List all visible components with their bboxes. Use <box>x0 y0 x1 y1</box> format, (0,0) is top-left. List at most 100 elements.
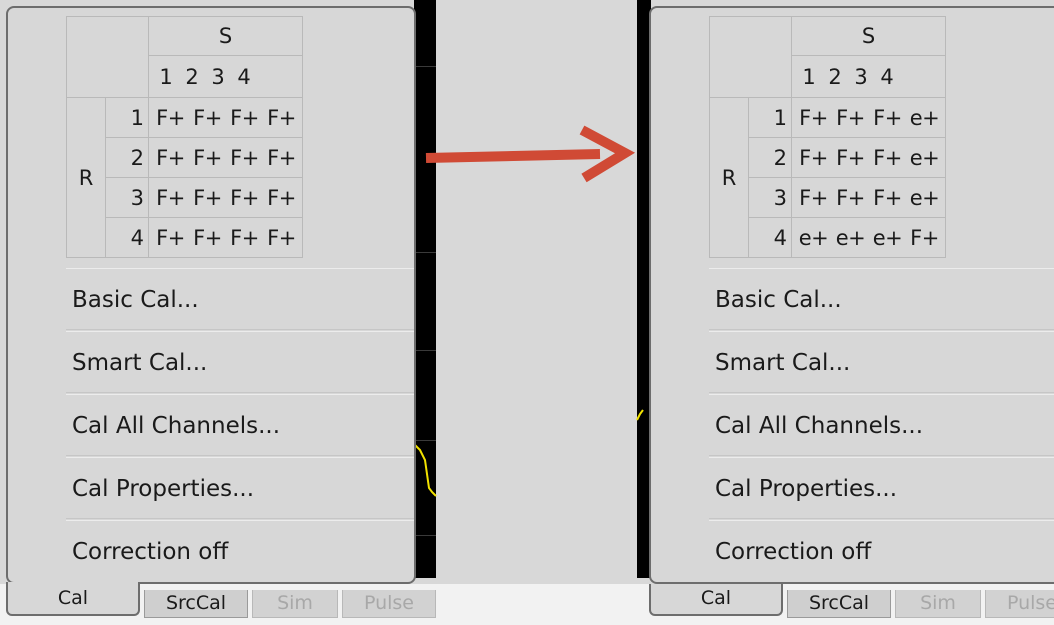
divider <box>709 518 1054 519</box>
cal-cell: F+ <box>156 145 185 170</box>
cal-cell: F+ <box>873 145 902 170</box>
tab-bar-before: Cal SrcCal Sim Pulse <box>6 582 436 620</box>
cal-cell: F+ <box>193 145 222 170</box>
divider <box>66 392 414 393</box>
row-number: 4 <box>748 217 792 258</box>
cal-cell: F+ <box>799 105 828 130</box>
divider <box>66 455 414 456</box>
tab-label: Cal <box>57 587 89 609</box>
cal-cell: F+ <box>910 225 939 250</box>
cal-cell: F+ <box>230 185 259 210</box>
tab-label: Cal <box>700 587 732 609</box>
col-number: 1 <box>802 64 816 89</box>
cal-menu-after: S 1234 R 1 F+ F+ F+ e+ 2 F+ F+ F+ e+ 3 F+ F+ F+ e… <box>649 6 1054 584</box>
row-number: 1 <box>748 97 792 138</box>
matrix-row: F+ F+ F+ e+ <box>791 177 946 218</box>
cal-cell: F+ <box>156 185 185 210</box>
cal-cell: F+ <box>799 185 828 210</box>
tab-label: SrcCal <box>165 592 227 614</box>
row-number: 4 <box>105 217 149 258</box>
tab-sim[interactable]: Sim <box>252 590 338 618</box>
cal-cell: F+ <box>799 145 828 170</box>
col-number: 3 <box>854 64 868 89</box>
matrix-col-numbers: 1234 <box>791 55 946 98</box>
tab-cal[interactable]: Cal <box>649 584 783 616</box>
basic-cal-menu-item[interactable]: Basic Cal... <box>66 268 414 330</box>
smart-cal-menu-item[interactable]: Smart Cal... <box>66 331 414 393</box>
cal-menu-before: S 1234 R 1 F+ F+ F+ F+ 2 F+ F+ F+ F+ 3 F+ F+ F+ F… <box>6 6 416 584</box>
cal-cell: F+ <box>193 185 222 210</box>
tab-cal[interactable]: Cal <box>6 582 140 616</box>
cal-cell: F+ <box>836 185 865 210</box>
correction-off-menu-item[interactable]: Correction off <box>66 520 414 582</box>
matrix-row: F+ F+ F+ e+ <box>791 97 946 138</box>
menu-item-label: Smart Cal... <box>72 350 208 376</box>
cal-cell: F+ <box>156 225 185 250</box>
cal-cell: e+ <box>909 105 940 130</box>
matrix-corner <box>66 16 149 98</box>
smart-cal-menu-item[interactable]: Smart Cal... <box>709 331 1054 393</box>
cal-cell: F+ <box>267 185 296 210</box>
tab-pulse[interactable]: Pulse <box>985 590 1054 618</box>
menu-item-label: Basic Cal... <box>72 287 199 313</box>
tab-label: Sim <box>920 592 956 614</box>
tab-pulse[interactable]: Pulse <box>342 590 436 618</box>
trace-line <box>413 443 437 497</box>
tab-label: Pulse <box>363 592 415 614</box>
grid-line <box>414 350 436 351</box>
cal-all-channels-menu-item[interactable]: Cal All Channels... <box>66 394 414 456</box>
menu-item-label: Smart Cal... <box>715 350 851 376</box>
divider <box>66 518 414 519</box>
tab-srccal[interactable]: SrcCal <box>787 590 891 618</box>
row-number: 3 <box>105 177 149 218</box>
menu-item-label: Correction off <box>715 539 872 565</box>
cal-cell: F+ <box>230 145 259 170</box>
correction-off-menu-item[interactable]: Correction off <box>709 520 1054 582</box>
menu-item-label: Cal Properties... <box>72 476 255 502</box>
col-number: 2 <box>828 64 842 89</box>
cal-properties-menu-item[interactable]: Cal Properties... <box>66 457 414 519</box>
matrix-row: F+ F+ F+ F+ <box>148 177 303 218</box>
tab-label: SrcCal <box>808 592 870 614</box>
cal-properties-menu-item[interactable]: Cal Properties... <box>709 457 1054 519</box>
cal-cell: F+ <box>267 145 296 170</box>
col-number: 4 <box>237 64 251 89</box>
row-number: 3 <box>748 177 792 218</box>
tab-label: Pulse <box>1006 592 1054 614</box>
grid-line <box>414 66 436 67</box>
col-number: 3 <box>211 64 225 89</box>
cal-cell: F+ <box>873 105 902 130</box>
divider <box>709 329 1054 330</box>
divider <box>709 455 1054 456</box>
cal-cell: e+ <box>835 225 866 250</box>
cal-cell: F+ <box>230 225 259 250</box>
basic-cal-menu-item[interactable]: Basic Cal... <box>709 268 1054 330</box>
cal-cell: F+ <box>230 105 259 130</box>
cal-cell: F+ <box>156 105 185 130</box>
divider <box>66 329 414 330</box>
matrix-col-header: S <box>791 15 946 57</box>
col-number: 4 <box>880 64 894 89</box>
tab-srccal[interactable]: SrcCal <box>144 590 248 618</box>
row-number: 2 <box>105 137 149 178</box>
menu-item-label: Basic Cal... <box>715 287 842 313</box>
col-number: 1 <box>159 64 173 89</box>
matrix-col-numbers: 1234 <box>148 55 303 98</box>
cal-matrix: S 1234 R 1 F+ F+ F+ e+ 2 F+ F+ F+ e+ 3 F+ F+ F+ e… <box>709 15 946 258</box>
grid-line <box>414 535 436 536</box>
divider <box>709 392 1054 393</box>
cal-all-channels-menu-item[interactable]: Cal All Channels... <box>709 394 1054 456</box>
menu-item-label: Cal Properties... <box>715 476 898 502</box>
matrix-row: F+ F+ F+ F+ <box>148 137 303 178</box>
cal-cell: e+ <box>872 225 903 250</box>
cal-cell: F+ <box>836 145 865 170</box>
cal-matrix: S 1234 R 1 F+ F+ F+ F+ 2 F+ F+ F+ F+ 3 F+ F+ F+ F… <box>66 15 303 258</box>
tab-label: Sim <box>277 592 313 614</box>
tab-bar-after: Cal SrcCal Sim Pulse <box>649 584 1054 620</box>
cal-cell: F+ <box>193 225 222 250</box>
menu-item-label: Cal All Channels... <box>715 413 924 439</box>
cal-cell: e+ <box>798 225 829 250</box>
matrix-row: F+ F+ F+ F+ <box>148 217 303 258</box>
tab-sim[interactable]: Sim <box>895 590 981 618</box>
cal-cell: F+ <box>193 105 222 130</box>
